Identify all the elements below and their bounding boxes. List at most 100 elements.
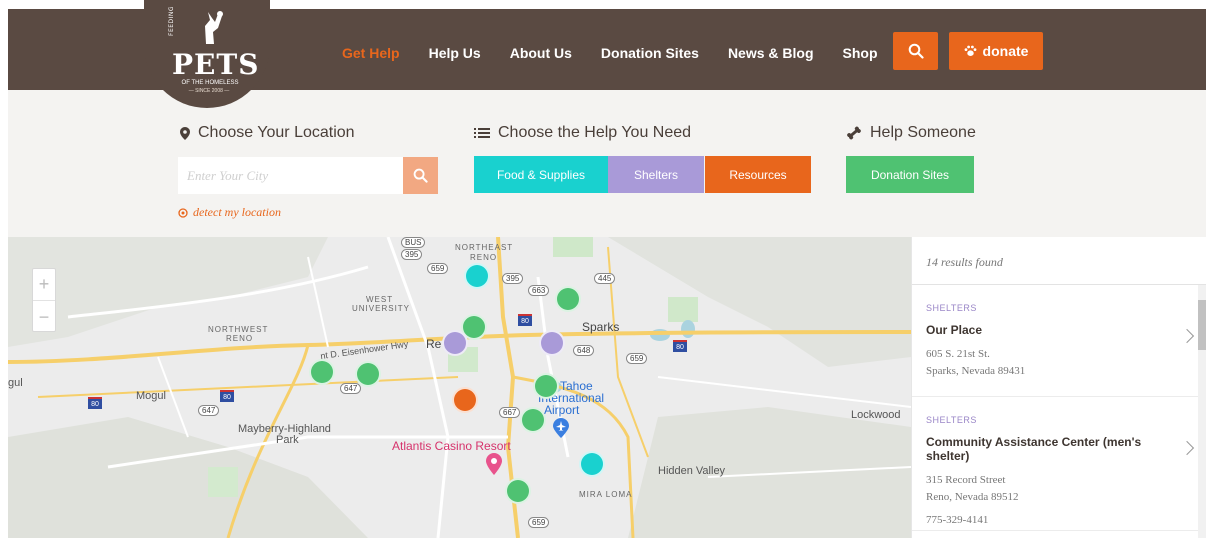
route-shield: 648 xyxy=(573,345,595,356)
map-label-lockwood: Lockwood xyxy=(851,409,901,421)
logo-mark: FEEDING PETS OF THE HOMELESS — SINCE 200… xyxy=(164,6,258,94)
airport-icon xyxy=(553,418,569,438)
shelters-button[interactable]: Shelters xyxy=(608,156,704,193)
route-shield: 659 xyxy=(626,353,648,364)
map-marker-donation[interactable] xyxy=(505,478,531,504)
result-item[interactable]: SHELTERS Community Assistance Center (me… xyxy=(912,397,1206,531)
result-phone: 775-329-4141 xyxy=(926,514,989,526)
result-address: 605 S. 21st St. Sparks, Nevada 89431 xyxy=(926,346,1176,380)
map-marker-shelter[interactable] xyxy=(539,330,565,356)
chevron-right-icon[interactable] xyxy=(1179,328,1195,344)
location-title-text: Choose Your Location xyxy=(198,124,355,141)
map-marker-donation[interactable] xyxy=(355,361,381,387)
detect-location-link[interactable]: detect my location xyxy=(178,205,281,220)
logo-subtitle: OF THE HOMELESS xyxy=(181,80,239,86)
map-marker-donation[interactable] xyxy=(555,286,581,312)
logo-since: — SINCE 2008 — xyxy=(188,88,230,94)
route-shield: 659 xyxy=(528,517,550,528)
zoom-out-button[interactable]: − xyxy=(33,301,55,333)
help-section-title: Choose the Help You Need xyxy=(474,124,691,142)
nav-about-us[interactable]: About Us xyxy=(510,45,572,61)
route-shield: 663 xyxy=(528,285,550,296)
map-label-reno: Re xyxy=(426,337,442,351)
results-scrollbar-thumb[interactable] xyxy=(1198,300,1206,350)
map-zoom-control: + − xyxy=(32,268,56,332)
food-supplies-button[interactable]: Food & Supplies xyxy=(474,156,608,193)
help-someone-section-title: Help Someone xyxy=(846,124,976,142)
nav-news-blog[interactable]: News & Blog xyxy=(728,45,814,61)
map-label-mira-loma: MIRA LOMA xyxy=(579,490,633,499)
interstate-shield: 80 xyxy=(88,397,102,409)
bone-icon xyxy=(847,126,861,140)
help-title-text: Choose the Help You Need xyxy=(498,124,692,141)
map-marker-donation[interactable] xyxy=(520,407,546,433)
map-label-atlantis: Atlantis Casino Resort xyxy=(392,439,511,453)
map-label-west: WEST xyxy=(366,295,394,304)
list-icon xyxy=(474,128,490,138)
result-address-line1: 315 Record Street xyxy=(926,474,1006,486)
route-shield: BUS xyxy=(401,237,426,248)
detect-location-text: detect my location xyxy=(193,205,281,219)
map-label-northeast: NORTHEAST xyxy=(455,243,514,252)
city-search-input[interactable] xyxy=(178,157,403,194)
donate-button[interactable]: donate xyxy=(949,32,1043,70)
location-section-title: Choose Your Location xyxy=(180,124,355,142)
result-type: SHELTERS xyxy=(926,415,977,425)
route-shield: 659 xyxy=(427,263,449,274)
map-label-mogul-left: gul xyxy=(8,377,23,389)
result-address-line2: Sparks, Nevada 89431 xyxy=(926,365,1026,377)
map-marker-shelter[interactable] xyxy=(442,330,468,356)
map-label-nw-reno: RENO xyxy=(226,334,254,343)
help-someone-title-text: Help Someone xyxy=(870,124,976,141)
route-shield: 445 xyxy=(594,273,616,284)
search-icon xyxy=(413,168,428,183)
route-shield: 395 xyxy=(502,273,524,284)
locate-icon xyxy=(178,207,188,218)
header-search-button[interactable] xyxy=(893,32,938,70)
interstate-shield: 80 xyxy=(220,390,234,402)
chevron-right-icon[interactable] xyxy=(1179,440,1195,456)
filter-panel: Choose Your Location detect my location … xyxy=(8,90,1206,237)
results-panel: 14 results found SHELTERS Our Place 605 … xyxy=(911,237,1206,538)
result-type: SHELTERS xyxy=(926,303,977,313)
map-label-northwest: NORTHWEST xyxy=(208,325,269,334)
zoom-in-button[interactable]: + xyxy=(33,269,55,301)
resources-button[interactable]: Resources xyxy=(705,156,811,193)
city-search-button[interactable] xyxy=(403,157,438,194)
interstate-shield: 80 xyxy=(673,340,687,352)
interstate-shield: 80 xyxy=(518,314,532,326)
map-label-airport: Airport xyxy=(544,403,580,417)
map-label-hidden-valley: Hidden Valley xyxy=(658,465,726,477)
nav-shop[interactable]: Shop xyxy=(843,45,878,61)
nav-get-help[interactable]: Get Help xyxy=(342,45,400,61)
nav-donation-sites[interactable]: Donation Sites xyxy=(601,45,699,61)
donation-sites-button[interactable]: Donation Sites xyxy=(846,156,974,193)
logo-feeding-text: FEEDING xyxy=(168,5,175,36)
map-marker-food[interactable] xyxy=(464,263,490,289)
casino-icon xyxy=(486,453,502,475)
result-item[interactable]: SHELTERS Our Place 605 S. 21st St. Spark… xyxy=(912,285,1206,397)
result-name: Our Place xyxy=(926,323,983,337)
map-label-sparks: Sparks xyxy=(582,320,620,334)
result-address-line1: 605 S. 21st St. xyxy=(926,348,990,360)
map-marker-donation[interactable] xyxy=(533,373,559,399)
map-marker-resource[interactable] xyxy=(452,387,478,413)
result-name: Community Assistance Center (men's shelt… xyxy=(926,435,1142,463)
result-address-line2: Reno, Nevada 89512 xyxy=(926,491,1019,503)
map-marker-donation[interactable] xyxy=(309,359,335,385)
route-shield: 647 xyxy=(198,405,220,416)
main-nav: Get Help Help Us About Us Donation Sites… xyxy=(342,45,907,61)
route-shield: 395 xyxy=(401,249,423,260)
dog-cat-logo-icon xyxy=(205,11,223,44)
map-label-mogul: Mogul xyxy=(136,390,166,402)
logo-pets-text: PETS xyxy=(172,48,260,81)
map-marker-food[interactable] xyxy=(579,451,605,477)
route-shield: 667 xyxy=(499,407,521,418)
nav-help-us[interactable]: Help Us xyxy=(429,45,481,61)
results-map[interactable]: + − NORTHEAST RENO WEST UNIVERSITY NORTH… xyxy=(8,237,911,538)
donate-label: donate xyxy=(982,43,1029,59)
map-label-university: UNIVERSITY xyxy=(352,304,411,313)
route-shield: 647 xyxy=(340,383,362,394)
results-count: 14 results found xyxy=(912,237,1206,285)
map-label-reno-top: RENO xyxy=(470,253,498,262)
